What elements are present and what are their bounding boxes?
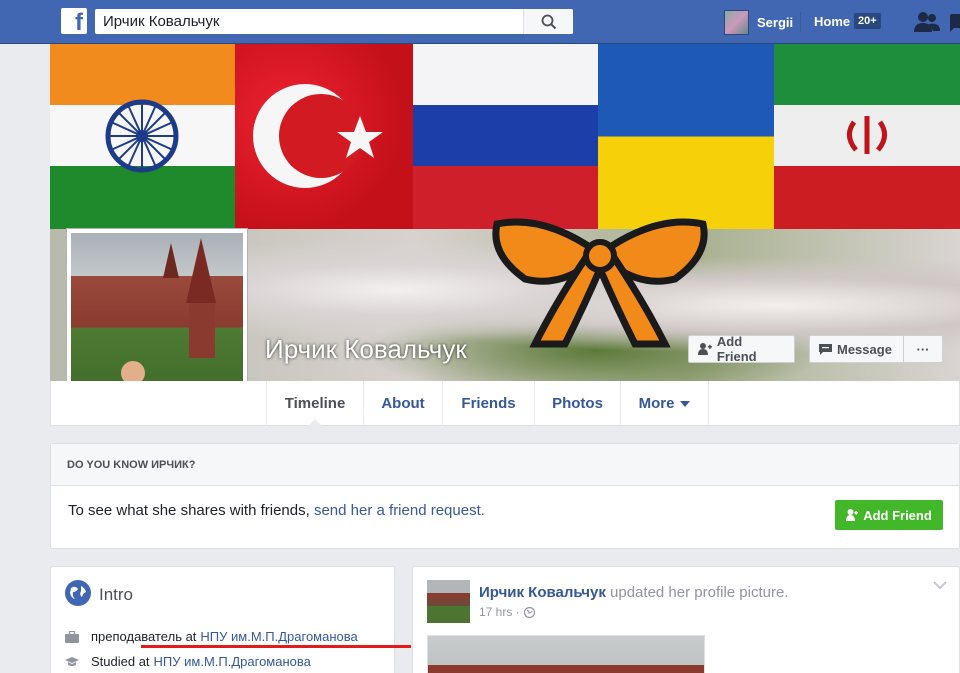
post-author-link[interactable]: Ирчик Ковальчук bbox=[479, 584, 606, 601]
facebook-logo[interactable]: f bbox=[61, 8, 87, 34]
kremlin-tower-icon bbox=[116, 238, 216, 405]
profile-name[interactable]: Ирчик Ковальчук bbox=[265, 334, 467, 365]
intro-title: Intro bbox=[99, 585, 134, 604]
top-navigation-bar: f Sergii Home 20+ bbox=[0, 0, 960, 44]
profile-nav: Timeline About Friends Photos More bbox=[50, 381, 960, 426]
work-role: преподаватель at bbox=[91, 629, 197, 644]
message-button[interactable]: Message bbox=[809, 335, 904, 363]
flag-turkey bbox=[235, 44, 413, 229]
search-icon bbox=[541, 14, 556, 29]
tab-photos[interactable]: Photos bbox=[534, 381, 620, 426]
public-globe-icon bbox=[523, 606, 535, 618]
red-highlight-underline bbox=[141, 645, 411, 648]
do-you-know-card: DO YOU KNOW ИРЧИК? To see what she share… bbox=[50, 443, 960, 549]
tab-about[interactable]: About bbox=[363, 381, 442, 426]
post-timestamp: 17 hrs · bbox=[479, 605, 535, 619]
friend-requests-icon[interactable] bbox=[914, 11, 940, 33]
tab-more-label: More bbox=[638, 395, 675, 412]
divider bbox=[800, 12, 801, 32]
home-link[interactable]: Home bbox=[814, 14, 850, 29]
message-icon bbox=[819, 343, 832, 355]
post-options-chevron-icon[interactable] bbox=[933, 581, 947, 589]
add-friend-icon bbox=[698, 343, 712, 355]
messages-icon[interactable] bbox=[950, 14, 960, 32]
st-george-ribbon-icon bbox=[492, 218, 708, 348]
prompt-text: To see what she shares with friends, bbox=[68, 502, 310, 519]
flag-india bbox=[50, 44, 235, 229]
message-label: Message bbox=[837, 341, 892, 357]
search-input[interactable] bbox=[95, 9, 523, 34]
add-friend-green-button[interactable]: Add Friend bbox=[835, 500, 943, 530]
send-friend-request-link[interactable]: send her a friend request. bbox=[314, 502, 485, 519]
iran-emblem-icon bbox=[847, 116, 887, 154]
more-options-button[interactable]: ··· bbox=[903, 335, 943, 363]
crescent-star-icon bbox=[253, 84, 383, 188]
intro-card: Intro преподаватель at НПУ им.М.П.Драгом… bbox=[50, 566, 411, 673]
globe-icon bbox=[65, 580, 91, 606]
search-button[interactable] bbox=[523, 9, 573, 34]
timeline-post: Ирчик Ковальчук updated her profile pict… bbox=[412, 566, 960, 673]
work-info: преподаватель at НПУ им.М.П.Драгоманова bbox=[65, 629, 358, 644]
workplace-link[interactable]: НПУ им.М.П.Драгоманова bbox=[200, 629, 357, 644]
add-friend-label: Add Friend bbox=[716, 334, 757, 364]
tab-more[interactable]: More bbox=[620, 381, 709, 426]
friend-request-prompt: To see what she shares with friends, sen… bbox=[68, 502, 485, 519]
add-friend-green-label: Add Friend bbox=[863, 507, 932, 523]
graduation-cap-icon bbox=[65, 656, 79, 666]
card-heading: DO YOU KNOW ИРЧИК? bbox=[51, 444, 959, 486]
post-author-avatar[interactable] bbox=[427, 580, 470, 623]
profile-tabs: Timeline About Friends Photos More bbox=[266, 381, 709, 426]
tab-friends[interactable]: Friends bbox=[442, 381, 534, 426]
post-header: Ирчик Ковальчук updated her profile pict… bbox=[479, 584, 788, 601]
briefcase-icon bbox=[65, 630, 79, 643]
post-action: updated her profile picture. bbox=[610, 584, 789, 601]
add-friend-button[interactable]: Add Friend bbox=[688, 334, 795, 364]
school-link[interactable]: НПУ им.М.П.Драгоманова bbox=[154, 654, 311, 669]
profile-photo-image bbox=[71, 233, 243, 405]
notification-badge: 20+ bbox=[854, 13, 881, 29]
study-prefix: Studied at bbox=[91, 654, 150, 669]
user-name: Sergii bbox=[757, 15, 794, 30]
avatar bbox=[724, 10, 749, 35]
flag-iran bbox=[774, 44, 960, 229]
profile-link[interactable]: Sergii bbox=[724, 10, 793, 35]
add-friend-icon bbox=[846, 509, 859, 521]
education-info: Studied at НПУ им.М.П.Драгоманова bbox=[65, 654, 311, 669]
post-time-text[interactable]: 17 hrs · bbox=[479, 605, 520, 619]
post-photo[interactable] bbox=[427, 635, 705, 673]
caret-down-icon bbox=[680, 400, 691, 407]
tab-timeline[interactable]: Timeline bbox=[266, 381, 363, 426]
ashoka-chakra-icon bbox=[105, 99, 179, 173]
search-bar bbox=[95, 9, 573, 34]
